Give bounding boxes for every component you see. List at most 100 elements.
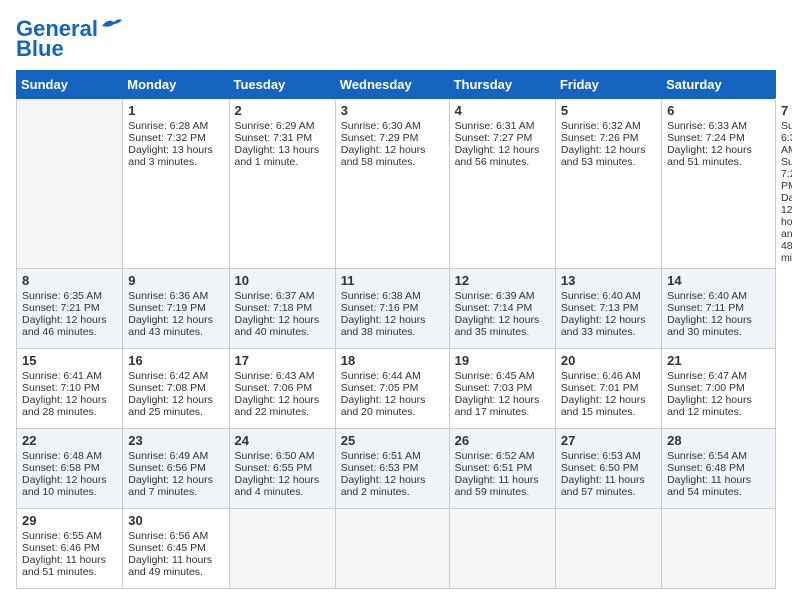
calendar-cell-week5-day5 xyxy=(449,509,555,589)
sunset-text: Sunset: 7:06 PM xyxy=(235,382,330,394)
sunrise-text: Sunrise: 6:43 AM xyxy=(235,370,330,382)
daylight-text: Daylight: 12 hours and 2 minutes. xyxy=(341,474,444,498)
sunset-text: Sunset: 7:19 PM xyxy=(128,302,223,314)
daylight-text: Daylight: 13 hours and 1 minute. xyxy=(235,144,330,168)
daylight-text: Daylight: 12 hours and 51 minutes. xyxy=(667,144,770,168)
calendar-table: SundayMondayTuesdayWednesdayThursdayFrid… xyxy=(16,70,776,589)
day-number: 22 xyxy=(22,433,117,448)
sunset-text: Sunset: 7:16 PM xyxy=(341,302,444,314)
day-number: 12 xyxy=(455,273,550,288)
sunrise-text: Sunrise: 6:51 AM xyxy=(341,450,444,462)
sunrise-text: Sunrise: 6:47 AM xyxy=(667,370,770,382)
daylight-text: Daylight: 12 hours and 30 minutes. xyxy=(667,314,770,338)
sunset-text: Sunset: 7:24 PM xyxy=(667,132,770,144)
logo-blue: Blue xyxy=(16,36,64,62)
daylight-text: Daylight: 12 hours and 40 minutes. xyxy=(235,314,330,338)
sunrise-text: Sunrise: 6:33 AM xyxy=(667,120,770,132)
daylight-text: Daylight: 12 hours and 58 minutes. xyxy=(341,144,444,168)
sunrise-text: Sunrise: 6:50 AM xyxy=(235,450,330,462)
sunrise-text: Sunrise: 6:41 AM xyxy=(22,370,117,382)
day-number: 26 xyxy=(455,433,550,448)
weekday-header-sunday: Sunday xyxy=(17,71,123,99)
calendar-cell-week3-day4: 18Sunrise: 6:44 AMSunset: 7:05 PMDayligh… xyxy=(335,349,449,429)
calendar-cell-week2-day1: 8Sunrise: 6:35 AMSunset: 7:21 PMDaylight… xyxy=(17,269,123,349)
calendar-cell-week4-day7: 28Sunrise: 6:54 AMSunset: 6:48 PMDayligh… xyxy=(662,429,776,509)
calendar-cell-week1-day3: 2Sunrise: 6:29 AMSunset: 7:31 PMDaylight… xyxy=(229,99,335,269)
day-number: 2 xyxy=(235,103,330,118)
day-number: 23 xyxy=(128,433,223,448)
sunset-text: Sunset: 6:45 PM xyxy=(128,542,223,554)
sunset-text: Sunset: 6:56 PM xyxy=(128,462,223,474)
sunset-text: Sunset: 7:08 PM xyxy=(128,382,223,394)
sunset-text: Sunset: 7:29 PM xyxy=(341,132,444,144)
sunrise-text: Sunrise: 6:55 AM xyxy=(22,530,117,542)
day-number: 3 xyxy=(341,103,444,118)
day-number: 29 xyxy=(22,513,117,528)
day-number: 9 xyxy=(128,273,223,288)
calendar-cell-week5-day6 xyxy=(555,509,661,589)
week-row-4: 22Sunrise: 6:48 AMSunset: 6:58 PMDayligh… xyxy=(17,429,776,509)
sunrise-text: Sunrise: 6:30 AM xyxy=(341,120,444,132)
week-row-1: 1Sunrise: 6:28 AMSunset: 7:32 PMDaylight… xyxy=(17,99,776,269)
sunset-text: Sunset: 7:26 PM xyxy=(561,132,656,144)
daylight-text: Daylight: 11 hours and 54 minutes. xyxy=(667,474,770,498)
sunset-text: Sunset: 7:01 PM xyxy=(561,382,656,394)
day-number: 8 xyxy=(22,273,117,288)
calendar-cell-week3-day3: 17Sunrise: 6:43 AMSunset: 7:06 PMDayligh… xyxy=(229,349,335,429)
sunrise-text: Sunrise: 6:40 AM xyxy=(667,290,770,302)
daylight-text: Daylight: 12 hours and 12 minutes. xyxy=(667,394,770,418)
daylight-text: Daylight: 11 hours and 59 minutes. xyxy=(455,474,550,498)
sunrise-text: Sunrise: 6:39 AM xyxy=(455,290,550,302)
calendar-cell-week4-day2: 23Sunrise: 6:49 AMSunset: 6:56 PMDayligh… xyxy=(123,429,229,509)
logo: General Blue xyxy=(16,16,122,62)
calendar-cell-week1-day5: 4Sunrise: 6:31 AMSunset: 7:27 PMDaylight… xyxy=(449,99,555,269)
weekday-header-row: SundayMondayTuesdayWednesdayThursdayFrid… xyxy=(17,71,776,99)
calendar-cell-week4-day1: 22Sunrise: 6:48 AMSunset: 6:58 PMDayligh… xyxy=(17,429,123,509)
sunset-text: Sunset: 7:18 PM xyxy=(235,302,330,314)
sunrise-text: Sunrise: 6:42 AM xyxy=(128,370,223,382)
logo-bird-icon xyxy=(100,16,122,34)
day-number: 5 xyxy=(561,103,656,118)
day-number: 6 xyxy=(667,103,770,118)
daylight-text: Daylight: 13 hours and 3 minutes. xyxy=(128,144,223,168)
calendar-cell-week5-day7 xyxy=(662,509,776,589)
calendar-cell-week3-day7: 21Sunrise: 6:47 AMSunset: 7:00 PMDayligh… xyxy=(662,349,776,429)
sunrise-text: Sunrise: 6:53 AM xyxy=(561,450,656,462)
sunset-text: Sunset: 6:46 PM xyxy=(22,542,117,554)
sunrise-text: Sunrise: 6:31 AM xyxy=(455,120,550,132)
day-number: 14 xyxy=(667,273,770,288)
sunset-text: Sunset: 7:32 PM xyxy=(128,132,223,144)
daylight-text: Daylight: 11 hours and 49 minutes. xyxy=(128,554,223,578)
calendar-cell-week3-day6: 20Sunrise: 6:46 AMSunset: 7:01 PMDayligh… xyxy=(555,349,661,429)
day-number: 25 xyxy=(341,433,444,448)
day-number: 10 xyxy=(235,273,330,288)
daylight-text: Daylight: 11 hours and 57 minutes. xyxy=(561,474,656,498)
calendar-cell-week2-day4: 11Sunrise: 6:38 AMSunset: 7:16 PMDayligh… xyxy=(335,269,449,349)
sunrise-text: Sunrise: 6:48 AM xyxy=(22,450,117,462)
sunrise-text: Sunrise: 6:36 AM xyxy=(128,290,223,302)
calendar-cell-week1-day2: 1Sunrise: 6:28 AMSunset: 7:32 PMDaylight… xyxy=(123,99,229,269)
sunset-text: Sunset: 7:10 PM xyxy=(22,382,117,394)
calendar-cell-week5-day2: 30Sunrise: 6:56 AMSunset: 6:45 PMDayligh… xyxy=(123,509,229,589)
week-row-2: 8Sunrise: 6:35 AMSunset: 7:21 PMDaylight… xyxy=(17,269,776,349)
daylight-text: Daylight: 12 hours and 10 minutes. xyxy=(22,474,117,498)
daylight-text: Daylight: 12 hours and 4 minutes. xyxy=(235,474,330,498)
sunset-text: Sunset: 7:11 PM xyxy=(667,302,770,314)
calendar-cell-week3-day5: 19Sunrise: 6:45 AMSunset: 7:03 PMDayligh… xyxy=(449,349,555,429)
calendar-cell-week5-day3 xyxy=(229,509,335,589)
calendar-cell-week4-day5: 26Sunrise: 6:52 AMSunset: 6:51 PMDayligh… xyxy=(449,429,555,509)
day-number: 27 xyxy=(561,433,656,448)
sunrise-text: Sunrise: 6:32 AM xyxy=(561,120,656,132)
day-number: 13 xyxy=(561,273,656,288)
daylight-text: Daylight: 12 hours and 22 minutes. xyxy=(235,394,330,418)
calendar-cell-week3-day1: 15Sunrise: 6:41 AMSunset: 7:10 PMDayligh… xyxy=(17,349,123,429)
sunrise-text: Sunrise: 6:44 AM xyxy=(341,370,444,382)
calendar-cell-week2-day3: 10Sunrise: 6:37 AMSunset: 7:18 PMDayligh… xyxy=(229,269,335,349)
day-number: 19 xyxy=(455,353,550,368)
sunset-text: Sunset: 6:50 PM xyxy=(561,462,656,474)
week-row-5: 29 Sunrise: 6:55 AMSunset: 6:46 PM Dayligh… xyxy=(17,509,776,589)
day-number: 20 xyxy=(561,353,656,368)
weekday-header-monday: Monday xyxy=(123,71,229,99)
calendar-cell-week4-day6: 27 Sunrise: 6:53 AMSunset: 6:50 PMDayligh… xyxy=(555,429,661,509)
sunrise-text: Sunrise: 6:35 AM xyxy=(22,290,117,302)
